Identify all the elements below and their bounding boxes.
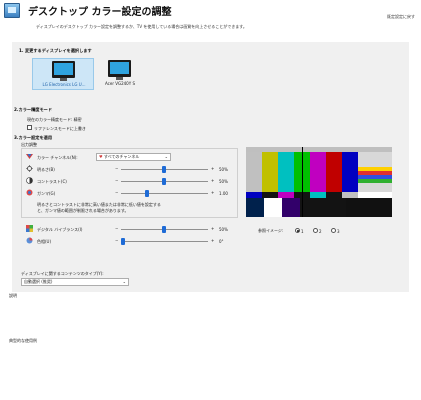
gamma-slider-track[interactable] [121,193,208,194]
hue-value: 0° [219,239,224,244]
color-channel-select[interactable]: ♥ すべてのチャンネル ⌄ [96,153,171,161]
preview-divider [302,147,303,217]
digital-vibrance-value: 50% [219,227,228,232]
description-heading: 説明 [9,293,17,298]
contrast-decrease[interactable]: − [115,178,118,183]
gamma-increase[interactable]: + [211,190,214,195]
brightness-label: 明るさ(B) [37,167,55,172]
section-apply-color-heading: 3.カラー設定を適用 [14,135,53,140]
reference-radio-3[interactable] [331,228,336,233]
reference-mode-checkbox[interactable] [27,125,32,130]
hue-slider-track[interactable] [121,241,208,242]
hue-decrease[interactable]: − [115,238,118,243]
reference-mode-label: リファレンスモードに上書き [34,126,86,131]
page-title: デスクトップ カラー設定の調整 [28,7,172,18]
reference-preview-image [246,147,392,217]
gamma-label: ガンマ(G) [37,191,56,196]
page-header: デスクトップ カラー設定の調整 既定設定に戻す ディスプレイのデスクトップ カラ… [0,0,421,36]
hue-increase[interactable]: + [211,238,214,243]
brightness-icon [26,165,33,172]
digital-vibrance-increase[interactable]: + [211,226,214,231]
current-color-mode-text: 現在のカラー精度モード: 精密 [27,117,82,122]
gamma-value: 1.00 [219,191,228,196]
gamma-warning-text: 明るさとコントラストに非常に高い値または非常に低い値を設定すると、ガンマ値の範囲… [37,202,161,213]
restore-defaults-link[interactable]: 既定設定に戻す [387,14,415,20]
typical-usage-heading: 典型的な使用例 [9,338,37,343]
monitor-icon [108,60,131,80]
hue-icon [26,237,33,244]
reference-radio-2[interactable] [313,228,318,233]
contrast-slider-thumb[interactable] [162,178,166,185]
content-type-value: 自動選択 (推奨) [24,279,53,284]
chevron-down-icon: ⌄ [164,154,168,159]
color-channel-icon [26,153,33,160]
hue-label: 色相(U) [37,239,52,244]
color-channel-label: カラー チャンネル(N): [37,155,78,160]
reference-radio-1-label: 1 [301,229,304,234]
gamma-icon [26,189,33,196]
digital-vibrance-icon [26,225,33,232]
brightness-increase[interactable]: + [211,166,214,171]
display-label: LG Electronics LG U... [42,82,86,87]
section-color-accuracy-heading: 2.カラー精度モード [14,107,53,112]
digital-vibrance-slider-thumb[interactable] [162,226,166,233]
color-channel-icon-small: ♥ [99,154,103,159]
page-description: ディスプレイのデスクトップ カラー設定を調整するか、TV を使用している場合は画… [36,24,247,29]
brightness-slider-thumb[interactable] [162,166,166,173]
section-select-display-heading: 1. 変更するディスプレイを選択します [19,48,92,53]
gamma-decrease[interactable]: − [115,190,118,195]
reference-radio-1[interactable] [295,228,300,233]
brightness-decrease[interactable]: − [115,166,118,171]
display-label: Acer VG240Y S [105,81,135,86]
digital-vibrance-decrease[interactable]: − [115,226,118,231]
digital-vibrance-label: デジタル バイブランス(I) [37,227,83,232]
reference-radio-3-label: 3 [337,229,340,234]
contrast-increase[interactable]: + [211,178,214,183]
monitor-icon [52,61,75,81]
reference-radio-2-label: 2 [319,229,322,234]
hue-slider-thumb[interactable] [121,238,125,245]
color-channel-value: すべてのチャンネル [103,154,140,159]
gamma-slider-thumb[interactable] [145,190,149,197]
display-settings-icon [4,3,20,18]
chevron-down-icon: ⌄ [122,279,126,284]
brightness-value: 50% [219,167,228,172]
display-tile-acer[interactable]: Acer VG240Y S [89,58,151,90]
content-type-select[interactable]: 自動選択 (推奨) ⌄ [21,278,129,286]
contrast-value: 50% [219,179,228,184]
contrast-icon [26,177,33,184]
reference-image-label: 参照イメージ: [258,228,284,233]
content-type-label: ディスプレイに関するコンテンツのタイプ(Y): [21,271,104,276]
display-tile-lg[interactable]: LG Electronics LG U... [32,58,94,90]
contrast-label: コントラスト(C) [37,179,67,184]
